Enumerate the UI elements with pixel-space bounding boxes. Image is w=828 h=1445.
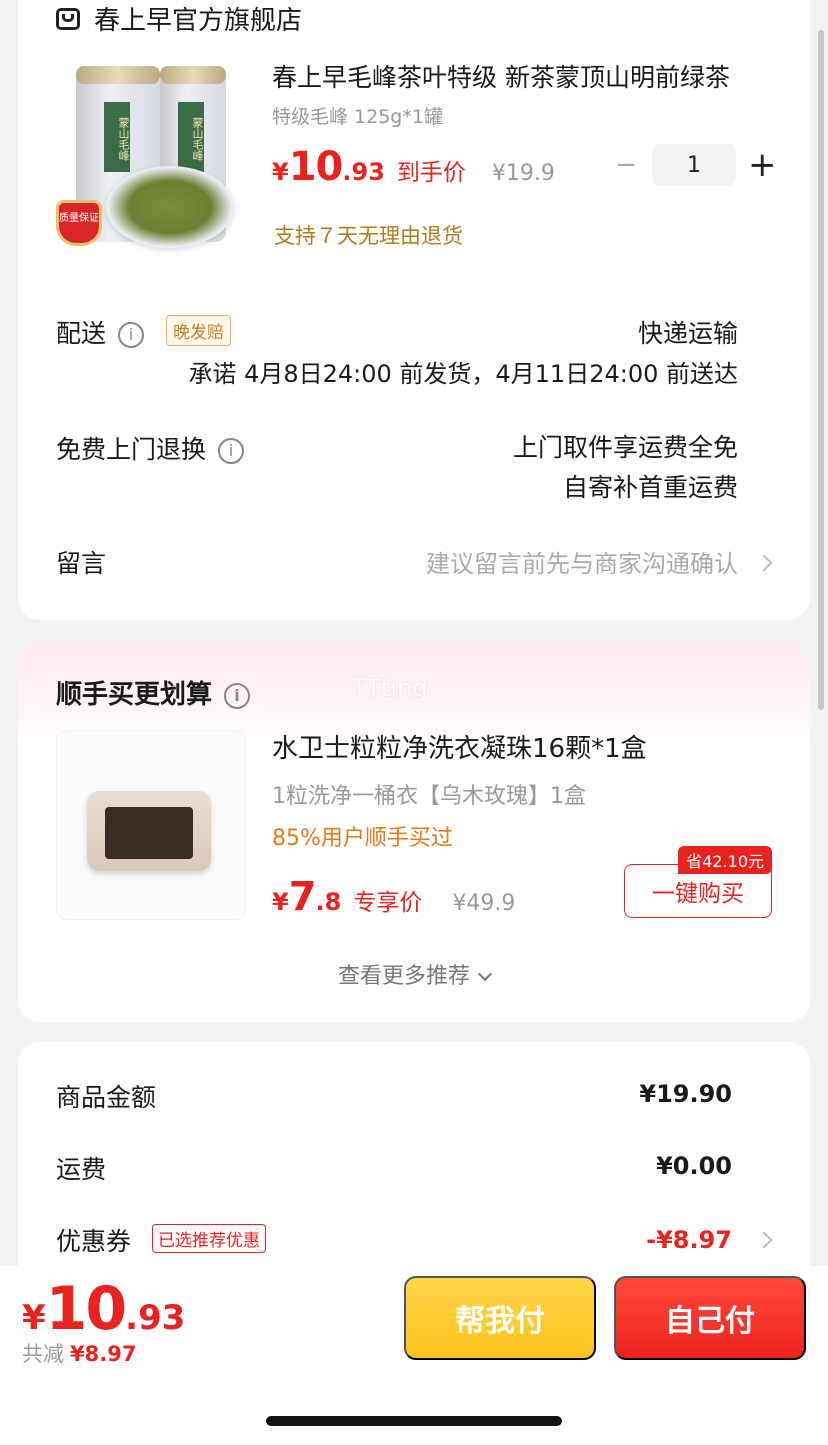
decrease-button[interactable]: − (614, 150, 638, 180)
total-decimal: .93 (125, 1298, 186, 1338)
free-return-label: 免费上门退换 (56, 435, 207, 464)
final-price-label: 到手价 (396, 160, 466, 186)
discount-value: ¥8.97 (70, 1342, 137, 1366)
quantity-stepper: − 1 + (614, 144, 777, 186)
currency-symbol: ¥ (22, 1298, 46, 1338)
pay-myself-button[interactable]: 自己付 (614, 1276, 806, 1360)
currency-symbol: ¥ (272, 158, 289, 186)
savings-badge: 省42.10元 (678, 846, 772, 874)
info-icon[interactable]: i (218, 438, 245, 464)
quick-buy: 省42.10元 一键购买 (624, 846, 772, 918)
product-spec[interactable]: 特级毛峰 125g*1罐 (272, 102, 443, 129)
watermark-text: TTting (352, 674, 428, 702)
shop-name: 春上早官方旗舰店 (94, 6, 303, 36)
recommend-product-image[interactable] (56, 730, 246, 920)
message-label: 留言 (56, 549, 107, 578)
price-decimal: .8 (315, 888, 342, 916)
tea-leaves-plate (106, 166, 234, 248)
product-price: ¥ 10 .93 到手价 ¥19.9 (272, 144, 555, 190)
free-return-row: 免费上门退换 i (56, 430, 245, 466)
price-summary-card: 商品金额 ¥19.90 运费 ¥0.00 优惠券 已选推荐优惠 -¥8.97 (18, 1042, 810, 1302)
can-label: 蒙山毛峰 (178, 102, 204, 172)
recommend-price: ¥ 7 .8 专享价 ¥49.9 (272, 874, 515, 920)
original-price: ¥49.9 (452, 891, 516, 916)
late-compensation-tag: 晚发赔 (166, 315, 231, 346)
delivery-label: 配送 (56, 319, 107, 348)
product-image[interactable]: 蒙山毛峰 蒙山毛峰 质量保证 (56, 60, 236, 250)
return-policy: 支持７天无理由退货 (274, 224, 463, 248)
coupon-label: 优惠券 (56, 1227, 132, 1256)
store-icon (56, 7, 80, 30)
laundry-pod-box (87, 791, 211, 871)
chevron-right-icon[interactable] (755, 554, 773, 572)
message-input[interactable]: 建议留言前先与商家沟通确认 (426, 544, 738, 579)
recommend-title-text: 顺手买更划算 (56, 680, 213, 710)
currency-symbol: ¥ (272, 888, 289, 916)
recommend-product-spec: 1粒洗净一桶衣【乌木玫瑰】1盒 (272, 784, 586, 809)
chevron-down-icon (477, 966, 493, 982)
more-recommendations-text: 查看更多推荐 (337, 964, 470, 989)
increase-button[interactable]: + (748, 148, 777, 182)
coupon-value[interactable]: -¥8.97 (646, 1226, 732, 1254)
delivery-row: 配送 i (56, 314, 145, 350)
chevron-right-icon[interactable] (755, 1231, 773, 1249)
delivery-method: 快递运输 (637, 319, 738, 348)
original-price: ¥19.9 (491, 161, 555, 186)
order-card: 春上早官方旗舰店 蒙山毛峰 蒙山毛峰 质量保证 春上早毛峰茶叶特级 新茶蒙顶山明… (18, 0, 810, 620)
free-return-line2: 自寄补首重运费 (562, 473, 738, 502)
info-icon[interactable]: i (118, 322, 145, 348)
price-integer: 10 (288, 144, 344, 190)
home-indicator[interactable] (266, 1416, 562, 1426)
social-proof: 85%用户顺手买过 (272, 826, 453, 851)
quantity-input[interactable]: 1 (652, 144, 736, 186)
goods-amount-value: ¥19.90 (639, 1080, 732, 1108)
coupon-selected-tag: 已选推荐优惠 (152, 1224, 266, 1253)
free-return-line1: 上门取件享运费全免 (512, 433, 738, 462)
recommend-product-name[interactable]: 水卫士粒粒净洗衣凝珠16颗*1盒 (272, 728, 647, 765)
more-recommendations-link[interactable]: 查看更多推荐 (18, 958, 810, 990)
price-decimal: .93 (342, 158, 385, 186)
help-me-pay-button[interactable]: 帮我付 (404, 1276, 596, 1360)
delivery-promise: 承诺 4月8日24:00 前发货，4月11日24:00 前送达 (188, 360, 738, 388)
shipping-label: 运费 (56, 1155, 107, 1184)
price-integer: 7 (288, 874, 317, 920)
shipping-value: ¥0.00 (656, 1152, 732, 1180)
shop-header[interactable]: 春上早官方旗舰店 (56, 0, 302, 37)
recommend-title: 顺手买更划算 i (56, 674, 251, 711)
goods-amount-label: 商品金额 (56, 1083, 157, 1112)
total-price: ¥ 10 .93 (22, 1274, 185, 1344)
scrollbar[interactable] (818, 30, 824, 710)
total-discount: 共减 ¥8.97 (22, 1338, 136, 1368)
can-label: 蒙山毛峰 (104, 102, 130, 172)
total-integer: 10 (45, 1274, 127, 1344)
info-icon[interactable]: i (224, 682, 251, 709)
product-title[interactable]: 春上早毛峰茶叶特级 新茶蒙顶山明前绿茶 (272, 58, 762, 94)
checkout-bar: ¥ 10 .93 共减 ¥8.97 帮我付 自己付 (0, 1266, 828, 1445)
recommend-card: 顺手买更划算 i TTting 水卫士粒粒净洗衣凝珠16颗*1盒 1粒洗净一桶衣【… (18, 642, 810, 1022)
quality-badge: 质量保证 (56, 200, 102, 246)
exclusive-price-label: 专享价 (353, 890, 423, 916)
discount-label: 共减 (22, 1342, 64, 1366)
